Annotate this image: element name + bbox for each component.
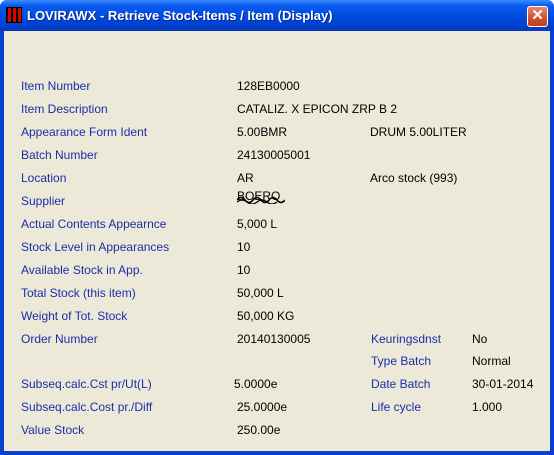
keuringsdnst-label: Keuringsdnst	[371, 332, 442, 346]
redaction-scribble	[237, 196, 285, 204]
location-value: AR	[237, 171, 254, 185]
close-button[interactable]: ✕	[527, 6, 548, 27]
item-number-value: 128EB0000	[237, 79, 300, 93]
value-stock-value: 250.00e	[237, 423, 281, 437]
available-stock-label: Available Stock in App.	[21, 263, 143, 277]
order-number-value: 20140130005	[237, 332, 311, 346]
date-batch-label: Date Batch	[371, 377, 431, 391]
location-extra: Arco stock (993)	[370, 171, 458, 185]
actual-contents-label: Actual Contents Appearnce	[21, 217, 167, 231]
app-icon	[6, 7, 22, 23]
appearance-form-extra: DRUM 5.00LITER	[370, 125, 467, 139]
weight-total-label: Weight of Tot. Stock	[21, 309, 128, 323]
value-stock-label: Value Stock	[21, 423, 85, 437]
total-stock-label: Total Stock (this item)	[21, 286, 136, 300]
app-window: LOVIRAWX - Retrieve Stock-Items / Item (…	[0, 0, 554, 455]
subseq-cst-value: 5.0000e	[234, 377, 278, 391]
weight-total-value: 50,000 KG	[237, 309, 295, 323]
actual-contents-value: 5,000 L	[237, 217, 278, 231]
type-batch-value: Normal	[472, 354, 511, 368]
life-cycle-label: Life cycle	[371, 400, 422, 414]
total-stock-value: 50,000 L	[237, 286, 284, 300]
date-batch-value: 30-01-2014	[472, 377, 534, 391]
item-description-value: CATALIZ. X EPICON ZRP B 2	[237, 102, 398, 116]
title-bar[interactable]: LOVIRAWX - Retrieve Stock-Items / Item (…	[0, 0, 554, 31]
supplier-label: Supplier	[21, 194, 66, 208]
item-number-label: Item Number	[21, 79, 91, 93]
subseq-cost-diff-label: Subseq.calc.Cost pr./Diff	[21, 400, 153, 414]
type-batch-label: Type Batch	[371, 354, 432, 368]
subseq-cost-diff-value: 25.0000e	[237, 400, 288, 414]
appearance-form-label: Appearance Form Ident	[21, 125, 148, 139]
form-panel: Item Number Item Description Appearance …	[4, 31, 550, 451]
stock-level-value: 10	[237, 240, 251, 254]
available-stock-value: 10	[237, 263, 251, 277]
batch-number-label: Batch Number	[21, 148, 98, 162]
life-cycle-value: 1.000	[472, 400, 503, 414]
batch-number-value: 24130005001	[237, 148, 311, 162]
keuringsdnst-value: No	[472, 332, 488, 346]
stock-level-label: Stock Level in Appearances	[21, 240, 170, 254]
item-description-label: Item Description	[21, 102, 108, 116]
order-number-label: Order Number	[21, 332, 98, 346]
appearance-form-value: 5.00BMR	[237, 125, 288, 139]
window-title: LOVIRAWX - Retrieve Stock-Items / Item (…	[27, 8, 333, 23]
location-label: Location	[21, 171, 67, 185]
subseq-cst-label: Subseq.calc.Cst pr/Ut(L)	[21, 377, 152, 391]
